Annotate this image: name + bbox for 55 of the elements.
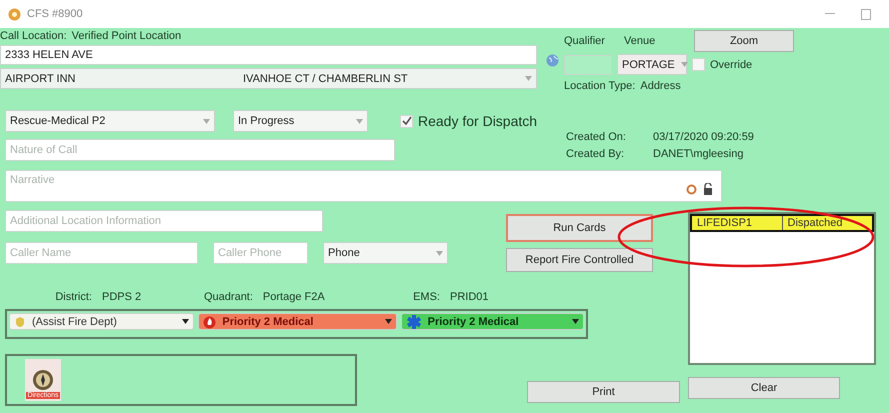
override-label: Override xyxy=(710,58,752,70)
call-location-label: Call Location: xyxy=(0,30,67,42)
venue-label: Venue xyxy=(624,35,656,47)
zoom-button[interactable]: Zoom xyxy=(694,30,794,52)
zone-value: Portage F2A xyxy=(262,291,326,303)
call-type-dropdown[interactable]: Rescue-Medical P2 xyxy=(5,110,215,132)
address-field[interactable]: 2333 HELEN AVE xyxy=(0,45,537,65)
zone-value: PRID01 xyxy=(450,291,490,303)
caret-icon xyxy=(203,118,210,124)
priority-dropdown[interactable]: Priority 2 Medical xyxy=(198,313,397,330)
checkbox[interactable] xyxy=(692,58,705,71)
ready-for-dispatch-label: Ready for Dispatch xyxy=(418,113,538,129)
created-value: DANET\mgleesing xyxy=(653,148,744,160)
created-label: Created On: xyxy=(566,131,627,143)
created-value: 03/17/2020 09:20:59 xyxy=(653,131,754,143)
print-button[interactable]: Print xyxy=(527,381,680,403)
app-icon xyxy=(8,8,21,20)
checkbox[interactable] xyxy=(400,114,413,128)
qualifier-field[interactable] xyxy=(564,54,612,74)
created-label: Created By: xyxy=(566,148,626,160)
location-type-label: Location Type: xyxy=(564,80,636,92)
priority-dropdown[interactable]: Priority 2 Medical xyxy=(400,313,584,330)
unit-row[interactable]: LIFEDISP1 Dispatched xyxy=(690,214,874,232)
minimize-icon xyxy=(825,13,835,15)
zone-value: PDPS 2 xyxy=(102,291,142,303)
status-dropdown[interactable]: In Progress xyxy=(233,110,368,132)
caret-icon xyxy=(182,319,190,324)
badge-icon xyxy=(14,316,26,328)
venue-dropdown[interactable]: PORTAGE xyxy=(617,54,687,75)
caret-icon xyxy=(384,319,392,324)
caret-icon xyxy=(680,62,688,67)
caret-icon xyxy=(356,118,363,124)
action-button[interactable]: Run Cards xyxy=(506,214,653,242)
lock-icon[interactable] xyxy=(703,183,713,195)
common-place-dropdown[interactable]: AIRPORT INN IVANHOE CT / CHAMBERLIN ST xyxy=(0,68,537,89)
qualifier-label: Qualifier xyxy=(564,35,606,47)
zone-label: Quadrant: xyxy=(204,291,253,303)
priority-dropdown[interactable]: (Assist Fire Dept) xyxy=(9,313,194,330)
circle-icon[interactable] xyxy=(686,184,697,194)
clear-button[interactable]: Clear xyxy=(688,377,840,399)
star-of-life-icon xyxy=(406,314,422,330)
globe-icon[interactable] xyxy=(546,54,558,67)
zone-label: EMS: xyxy=(413,291,440,303)
maximize-icon xyxy=(861,8,871,20)
compass-icon xyxy=(32,369,54,391)
phone-type-dropdown[interactable]: Phone xyxy=(323,242,448,264)
caret-icon xyxy=(572,319,579,324)
zone-label: District: xyxy=(55,291,92,303)
flame-icon xyxy=(203,314,216,328)
caret-icon xyxy=(525,76,532,81)
call-location-value: Verified Point Location xyxy=(72,30,182,42)
location-type-value: Address xyxy=(640,80,681,92)
caret-icon xyxy=(436,250,443,256)
action-button[interactable]: Report Fire Controlled xyxy=(506,248,653,272)
window-title: CFS #8900 xyxy=(27,8,84,20)
